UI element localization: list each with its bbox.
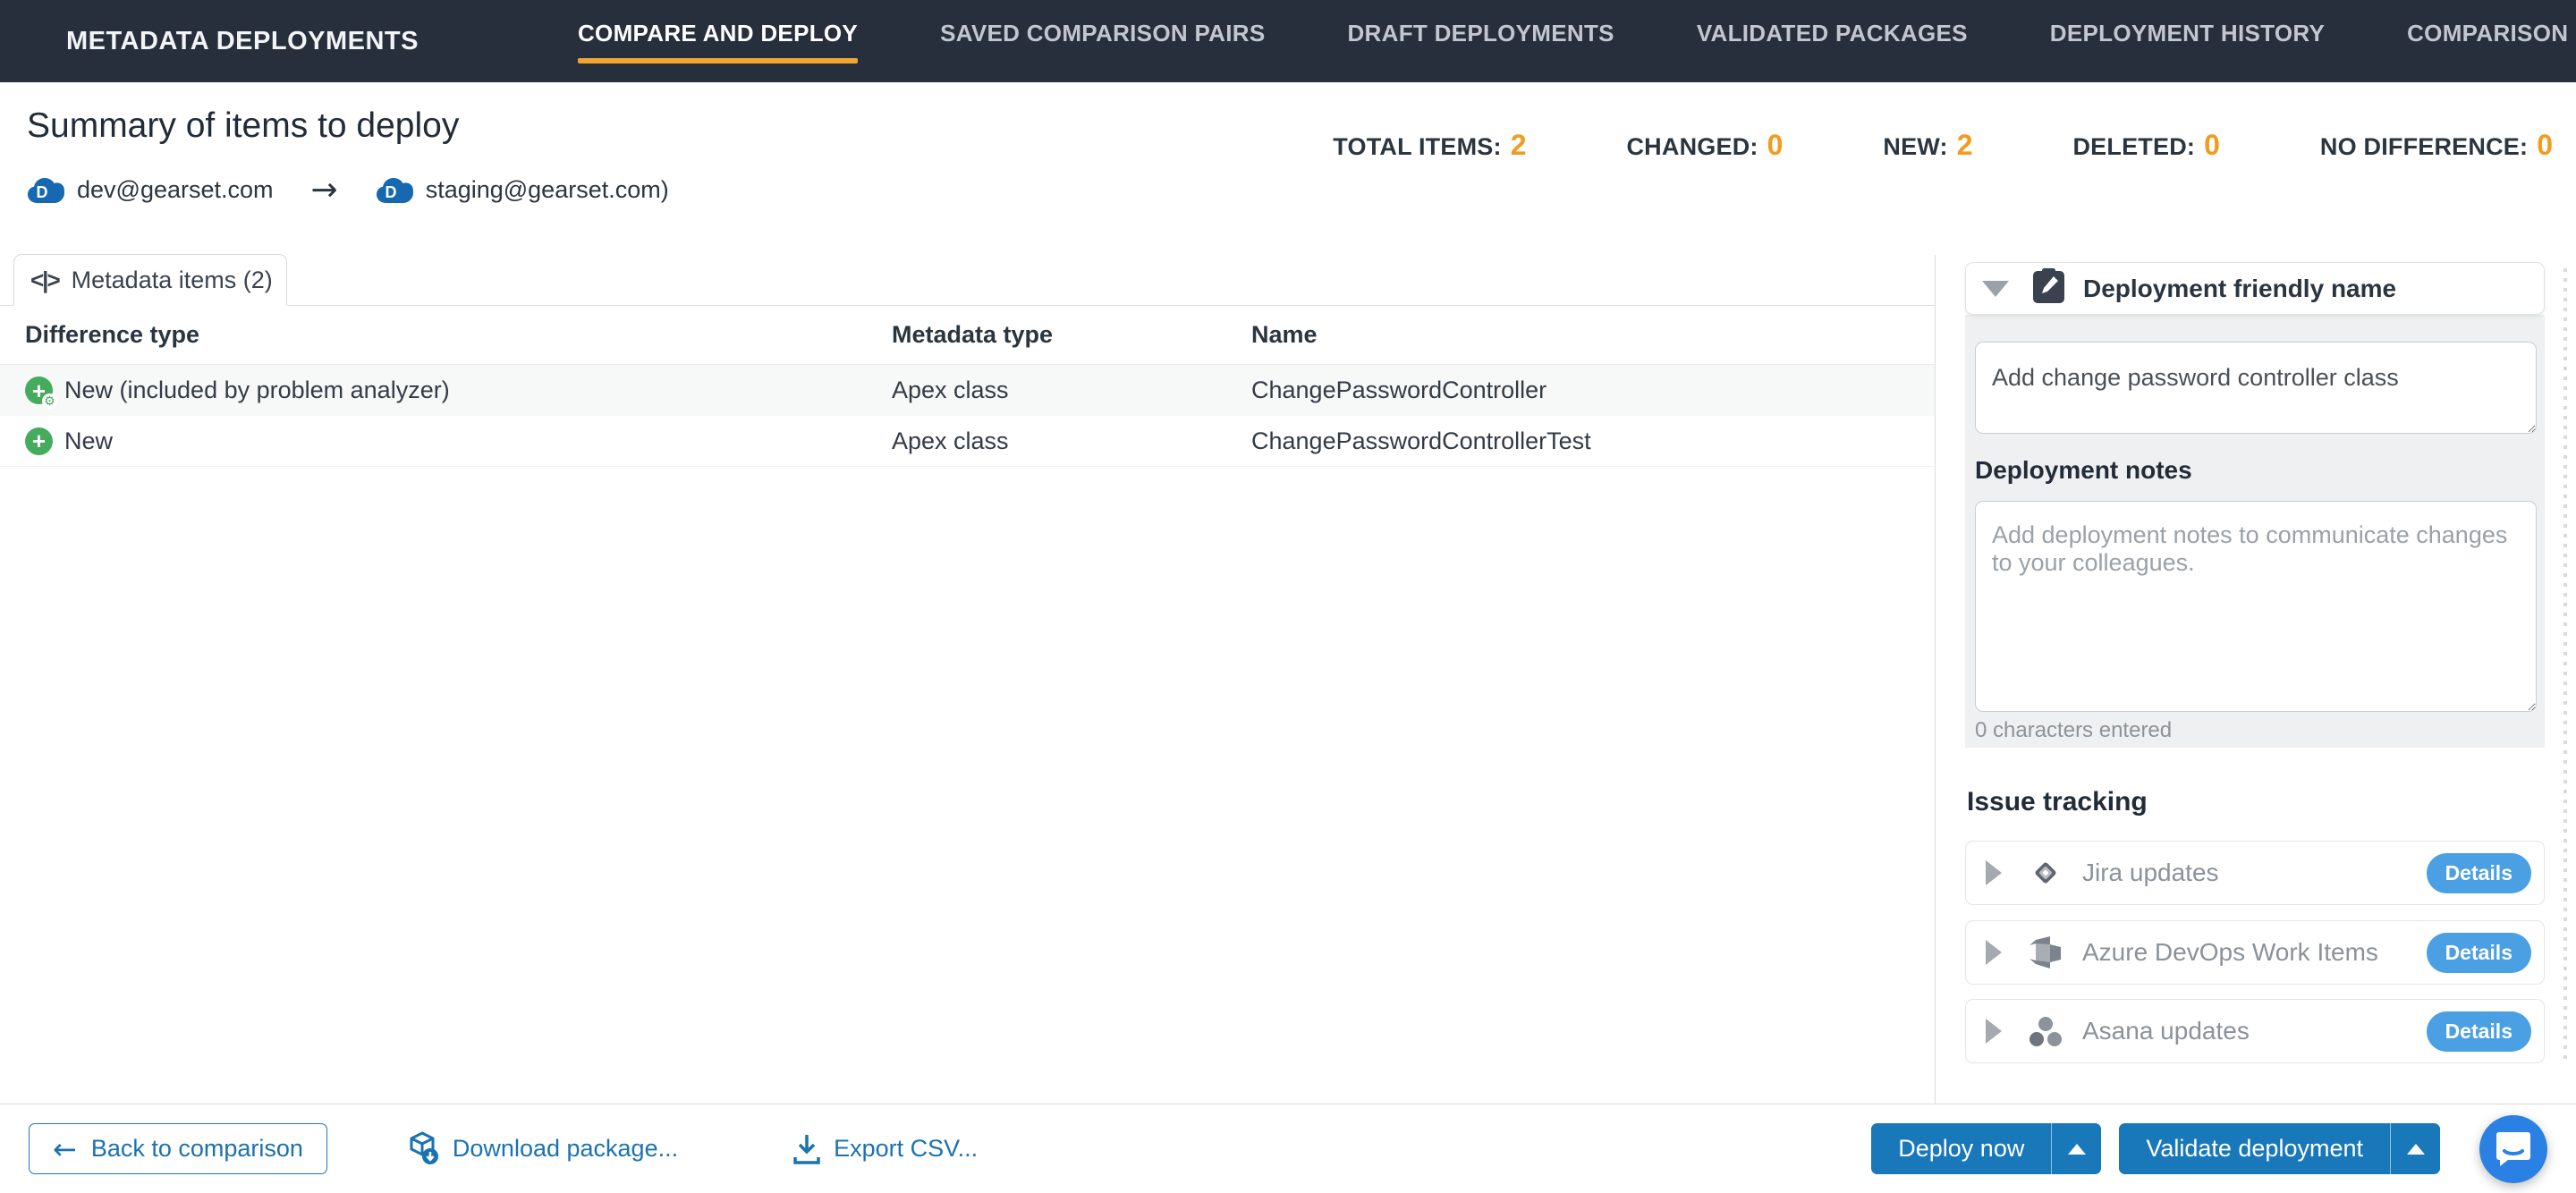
jira-icon (2027, 854, 2064, 892)
expand-triangle-icon[interactable] (1986, 940, 2002, 965)
salesforce-cloud-icon: D (27, 176, 64, 205)
nav-comparison-history[interactable]: COMPARISON HISTORY (2407, 0, 2576, 82)
column-name: Name (1226, 321, 1935, 349)
issue-card-asana: Asana updates Details (1965, 999, 2545, 1063)
caret-up-icon (2407, 1144, 2425, 1155)
validate-deployment-split-button: Validate deployment (2119, 1123, 2440, 1174)
deploy-now-button[interactable]: Deploy now (1871, 1123, 2051, 1174)
caret-up-icon (2068, 1144, 2086, 1155)
nav-compare-and-deploy[interactable]: COMPARE AND DEPLOY (578, 0, 858, 82)
deployment-notes-label: Deployment notes (1975, 456, 2192, 485)
clipboard-pencil-icon (2032, 268, 2065, 309)
friendly-name-input[interactable]: Add change password controller class (1975, 342, 2537, 434)
arrow-left-icon: ← (53, 1132, 77, 1166)
deploy-now-split-button: Deploy now (1871, 1123, 2101, 1174)
character-counter: 0 characters entered (1975, 718, 2172, 743)
back-to-comparison-button[interactable]: ← Back to comparison (29, 1123, 327, 1174)
issue-label: Jira updates (2082, 859, 2427, 887)
stat-changed: CHANGED:0 (1626, 129, 1783, 162)
nav-draft-deployments[interactable]: DRAFT DEPLOYMENTS (1347, 0, 1614, 82)
difference-type-value: New (64, 427, 113, 455)
org-pair: D dev@gearset.com → D staging@gearset.co… (27, 172, 669, 208)
source-org-label: dev@gearset.com (77, 176, 274, 204)
export-csv-button[interactable]: Export CSV... (792, 1133, 978, 1165)
svg-text:D: D (37, 183, 48, 201)
issue-label: Asana updates (2082, 1017, 2427, 1045)
expand-triangle-icon[interactable] (1986, 1019, 2002, 1044)
metadata-type-value: Apex class (867, 427, 1226, 455)
nav-saved-comparison-pairs[interactable]: SAVED COMPARISON PAIRS (940, 0, 1265, 82)
item-name-value: ChangePasswordController (1226, 377, 1935, 404)
validate-deployment-caret-button[interactable] (2390, 1123, 2440, 1174)
nav-validated-packages[interactable]: VALIDATED PACKAGES (1697, 0, 1968, 82)
issue-card-jira: Jira updates Details (1965, 841, 2545, 905)
issue-tracking-title: Issue tracking (1967, 787, 2148, 817)
asana-details-button[interactable]: Details (2427, 1011, 2531, 1052)
package-icon (408, 1131, 440, 1167)
source-org: D dev@gearset.com (27, 176, 274, 205)
jira-details-button[interactable]: Details (2427, 853, 2531, 893)
friendly-name-title: Deployment friendly name (2083, 275, 2396, 303)
page-title: Summary of items to deploy (27, 106, 459, 146)
tab-metadata-items[interactable]: <|> Metadata items (2) (13, 254, 287, 306)
primary-nav: COMPARE AND DEPLOY SAVED COMPARISON PAIR… (578, 0, 2576, 82)
table-row[interactable]: + New Apex class ChangePasswordControlle… (0, 416, 1935, 467)
salesforce-cloud-icon: D (376, 176, 413, 205)
deployment-notes-input[interactable] (1975, 501, 2537, 712)
column-metadata-type: Metadata type (867, 321, 1226, 349)
stat-total-items: TOTAL ITEMS:2 (1333, 129, 1526, 162)
app-title: METADATA DEPLOYMENTS (66, 27, 419, 56)
chevron-down-icon[interactable] (1982, 281, 2009, 297)
azure-details-button[interactable]: Details (2427, 933, 2531, 973)
summary-stats: TOTAL ITEMS:2 CHANGED:0 NEW:2 DELETED:0 … (1233, 129, 2553, 162)
summary-header: Summary of items to deploy TOTAL ITEMS:2… (0, 82, 2576, 255)
table-row[interactable]: + ⚙ New (included by problem analyzer) A… (0, 365, 1935, 416)
stat-deleted: DELETED:0 (2072, 129, 2219, 162)
deployment-side-panel: Deployment friendly name Add change pass… (1965, 255, 2545, 1104)
download-package-button[interactable]: Download package... (408, 1131, 678, 1167)
chat-icon (2496, 1130, 2531, 1168)
action-footer: ← Back to comparison Download package...… (0, 1104, 2576, 1193)
stat-new: NEW:2 (1883, 129, 1972, 162)
code-icon: <|> (30, 267, 59, 294)
target-org: D staging@gearset.com) (376, 176, 669, 205)
asana-icon (2027, 1012, 2064, 1050)
new-icon: + (25, 427, 53, 455)
target-org-label: staging@gearset.com) (426, 176, 669, 204)
scrollbar-indicator[interactable] (2563, 268, 2567, 1060)
difference-type-value: New (included by problem analyzer) (64, 377, 450, 404)
deploy-now-caret-button[interactable] (2051, 1123, 2101, 1174)
tab-row: <|> Metadata items (2) (0, 255, 1935, 306)
metadata-items-pane: <|> Metadata items (2) Difference type M… (0, 255, 1936, 1104)
new-with-analyzer-icon: + ⚙ (25, 377, 53, 404)
friendly-name-card-header[interactable]: Deployment friendly name (1965, 262, 2545, 315)
table-header-row: Difference type Metadata type Name (0, 306, 1935, 365)
validate-deployment-button[interactable]: Validate deployment (2119, 1123, 2390, 1174)
chat-widget-button[interactable] (2479, 1115, 2547, 1183)
metadata-type-value: Apex class (867, 377, 1226, 404)
issue-label: Azure DevOps Work Items (2082, 938, 2427, 967)
stat-no-difference: NO DIFFERENCE:0 (2320, 129, 2553, 162)
download-icon (792, 1133, 821, 1165)
nav-deployment-history[interactable]: DEPLOYMENT HISTORY (2050, 0, 2325, 82)
column-difference-type: Difference type (0, 321, 867, 349)
top-navigation-bar: METADATA DEPLOYMENTS COMPARE AND DEPLOY … (0, 0, 2576, 82)
arrow-right-icon: → (311, 172, 338, 208)
expand-triangle-icon[interactable] (1986, 860, 2002, 885)
deployment-details-section: Add change password controller class Dep… (1965, 315, 2545, 748)
item-name-value: ChangePasswordControllerTest (1226, 427, 1935, 455)
azure-devops-icon (2027, 934, 2064, 971)
svg-text:D: D (385, 183, 396, 201)
issue-card-azure-devops: Azure DevOps Work Items Details (1965, 920, 2545, 985)
